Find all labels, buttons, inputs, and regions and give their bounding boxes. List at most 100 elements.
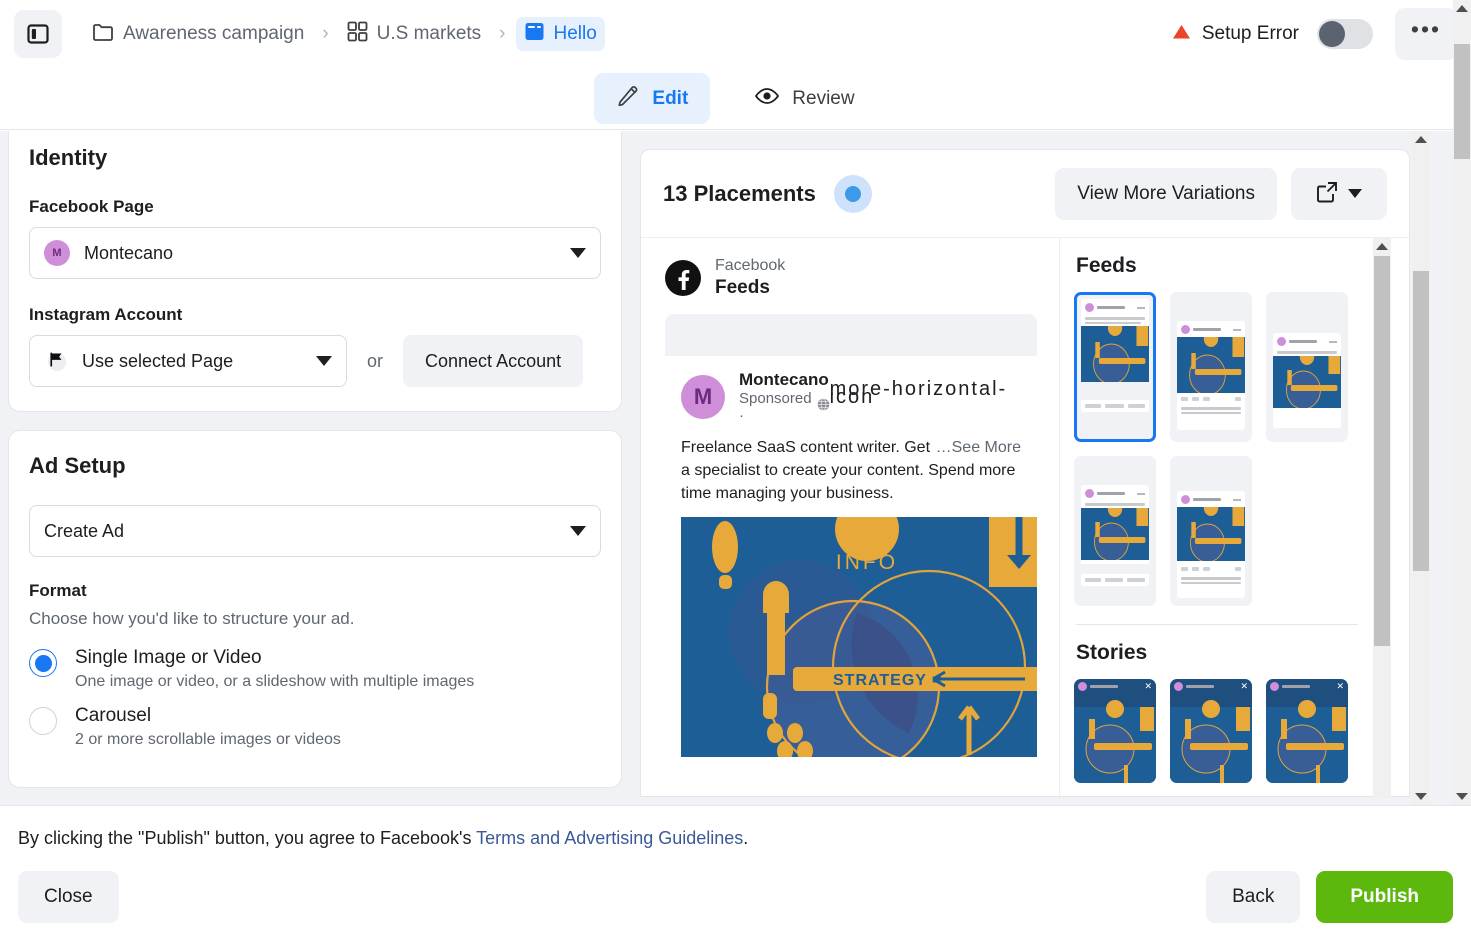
scroll-up-arrow-icon[interactable] [1415,136,1427,143]
scrollbar-thumb[interactable] [1454,44,1470,159]
instagram-account-row: Use selected Page or Connect Account [29,335,601,387]
rail-section-stories-title: Stories [1076,641,1148,664]
format-option-carousel-label: Carousel [75,705,152,726]
close-button[interactable]: Close [18,871,119,923]
or-label: or [367,350,384,371]
more-options-button[interactable]: ••• [1395,8,1457,60]
legal-suffix: . [743,828,749,848]
radio-carousel[interactable] [29,707,57,735]
thumbnail-page-name [1186,684,1214,688]
footer-buttons: Close Back Publish [18,871,1453,923]
back-button[interactable]: Back [1206,871,1301,923]
avatar [1085,303,1094,312]
tab-review[interactable]: Review [732,75,876,122]
placement-surface: Feeds [715,277,770,298]
tab-edit[interactable]: Edit [594,73,711,124]
placement-header: Facebook Feeds [665,256,1059,300]
thumbnail-creative [1177,500,1245,563]
thumbnail-story-3[interactable]: ✕ [1266,679,1348,783]
breadcrumb: Awareness campaign › U.S markets › Hello [84,17,605,51]
ad-setup-card: Ad Setup Create Ad Format Choose how you… [8,430,622,788]
publish-button[interactable]: Publish [1316,871,1453,923]
thumbnail-creative [1177,331,1245,396]
more-horizontal-icon [1329,340,1337,343]
thumbnail-feed-2[interactable] [1170,292,1252,442]
radio-single-image[interactable] [29,649,57,677]
identity-card: Identity Facebook Page M Montecano Insta… [8,131,622,412]
breadcrumb-item-ad[interactable]: Hello [515,17,605,51]
facebook-icon [665,259,701,296]
thumbnail-feed-5[interactable] [1170,456,1252,606]
scroll-down-arrow-icon[interactable] [1415,793,1427,800]
terms-link[interactable]: Terms and Advertising Guidelines [476,828,743,848]
thumbnail-feed-3[interactable] [1266,292,1348,442]
scroll-down-arrow-icon[interactable] [1456,793,1468,800]
ads-manager-app: Awareness campaign › U.S markets › Hello [0,0,1471,931]
more-horizontal-icon[interactable]: more-horizontal-icon [830,379,1021,409]
sidebar-panel-icon[interactable] [14,10,62,58]
format-option-carousel[interactable]: Carousel 2 or more scrollable images or … [29,705,601,749]
thumbnail-creative [1273,348,1341,412]
more-horizontal-icon [1233,328,1241,331]
see-more-link[interactable]: …See More [936,436,1021,459]
thumbnail-feed-1[interactable] [1074,292,1156,442]
preview-panel-scrollbar[interactable] [1412,131,1430,805]
close-icon[interactable]: ✕ [1144,681,1152,691]
chevron-down-icon [570,248,586,258]
setup-error-toggle[interactable] [1317,19,1373,49]
thumbnail-creative [1081,320,1149,385]
facebook-page-label: Facebook Page [29,197,154,216]
placements-count: 13 Placements [663,180,816,206]
breadcrumb-item-campaign[interactable]: Awareness campaign [84,18,312,51]
thumbnail-story-2[interactable]: ✕ [1170,679,1252,783]
thumbnail-rail-scrollbar[interactable] [1373,238,1391,798]
globe-icon [817,398,830,415]
scroll-up-arrow-icon[interactable] [1456,5,1468,12]
view-more-variations-button[interactable]: View More Variations [1055,167,1277,220]
instagram-account-select[interactable]: Use selected Page [29,335,347,387]
ad-preview-card: M Montecano Sponsored · more-horizontal-… [665,313,1037,758]
export-preview-button[interactable] [1291,167,1387,220]
instagram-page-icon [44,348,70,374]
avatar: M [681,374,725,419]
thumbnail-feed-4[interactable] [1074,456,1156,606]
instagram-account-value: Use selected Page [82,350,234,371]
ad-body-text: …See More Freelance SaaS content writer.… [681,436,1021,506]
breadcrumb-item-adset[interactable]: U.S markets [339,17,490,51]
thumbnail-page-name [1097,306,1125,309]
scrollbar-thumb[interactable] [1413,271,1429,571]
feeds-thumbnail-grid [1074,292,1374,606]
ad-setup-title: Ad Setup [29,453,126,478]
svg-text:STRATEGY =: STRATEGY = [833,672,942,689]
more-horizontal-icon [1137,492,1145,495]
connect-account-button[interactable]: Connect Account [403,335,584,387]
placement-network: Facebook [715,257,786,274]
placements-indicator-dot [833,174,872,213]
page-scrollbar[interactable] [1453,0,1471,805]
scrollbar-thumb[interactable] [1374,256,1390,646]
create-ad-select[interactable]: Create Ad [29,505,601,557]
breadcrumb-separator: › [322,23,329,44]
thumbnail-story-1[interactable]: ✕ [1074,679,1156,783]
avatar [1174,681,1183,691]
scroll-up-arrow-icon[interactable] [1376,243,1388,250]
footer-bar: By clicking the "Publish" button, you ag… [0,805,1471,931]
ad-card-spacer [665,313,1037,356]
ad-icon [524,21,545,47]
breadcrumb-label-adset: U.S markets [376,23,482,44]
status-badge-label: Setup Error [1201,23,1299,44]
format-option-single[interactable]: Single Image or Video One image or video… [29,647,601,691]
format-label: Format [29,581,87,600]
facebook-page-select[interactable]: M Montecano [29,227,601,279]
identity-title: Identity [29,145,108,170]
thumbnail-page-name [1282,684,1310,688]
ad-creative-image: INFO STRATEGY = [681,517,1037,758]
eye-icon [754,86,780,111]
close-icon[interactable]: ✕ [1336,681,1344,691]
close-icon[interactable]: ✕ [1240,681,1248,691]
status-badge: Setup Error [1172,23,1299,45]
avatar [1181,325,1190,334]
create-ad-value: Create Ad [44,520,125,541]
thumbnail-page-name [1097,492,1125,495]
preview-body: Facebook Feeds M Montecano Sponsored · m… [641,238,1409,798]
